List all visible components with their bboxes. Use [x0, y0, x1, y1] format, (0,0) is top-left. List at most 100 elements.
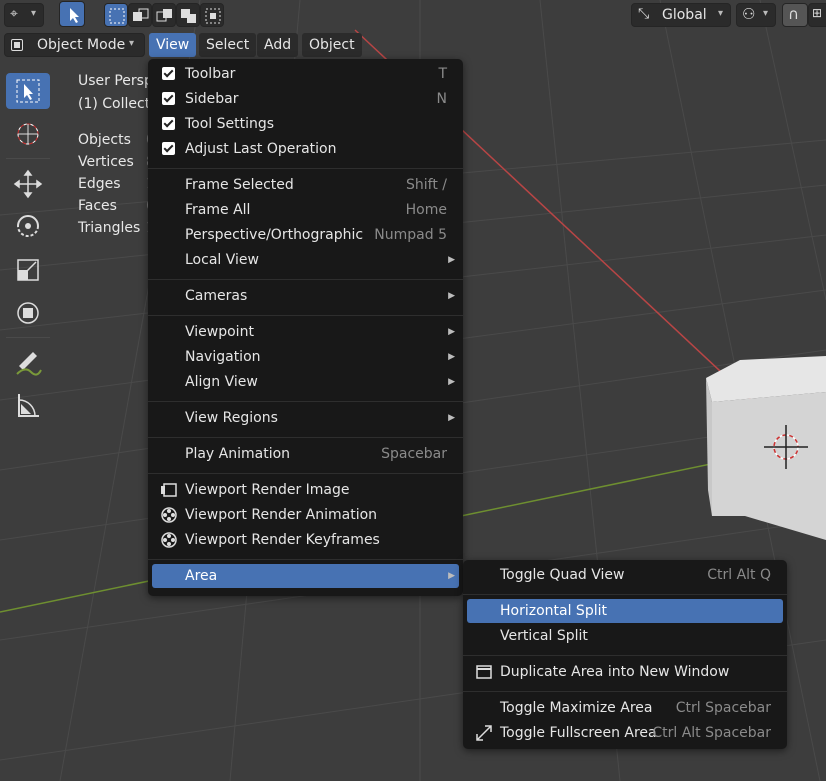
stat-label-triangles: Triangles — [78, 220, 141, 236]
menu-item-label: Duplicate Area into New Window — [500, 664, 730, 680]
menu-item-label: Viewport Render Keyframes — [185, 532, 380, 548]
menu-item-align-view[interactable]: Align View ▶ — [152, 370, 459, 394]
snap-toggle-button[interactable]: ∩ — [782, 3, 808, 27]
menu-separator — [148, 279, 463, 280]
menu-item-label: Toolbar — [185, 66, 236, 82]
submenu-arrow-icon: ▶ — [448, 255, 455, 265]
menu-item-frame-selected[interactable]: Frame Selected Shift / — [152, 173, 459, 197]
submenu-arrow-icon: ▶ — [448, 571, 455, 581]
pivot-icon: ⚇ — [742, 5, 756, 23]
tool-select-box[interactable] — [6, 73, 50, 109]
select-subtract-button[interactable] — [152, 3, 176, 27]
window-icon — [475, 663, 493, 681]
menu-select[interactable]: Select — [199, 33, 257, 57]
menu-item-shortcut: N — [436, 91, 447, 107]
menu-item-label: Tool Settings — [185, 116, 275, 132]
menu-item-cameras[interactable]: Cameras ▶ — [152, 284, 459, 308]
fullscreen-icon — [475, 724, 493, 742]
tool-transform[interactable] — [6, 295, 50, 331]
select-box-icon — [109, 8, 125, 24]
select-box-tool-icon — [16, 79, 40, 103]
menu-item-toolbar[interactable]: Toolbar T — [152, 62, 459, 86]
menu-item-vertical-split[interactable]: Vertical Split — [467, 624, 783, 648]
scale-icon — [17, 259, 39, 281]
menu-item-shortcut: Ctrl Alt Q — [707, 567, 771, 583]
menu-item-local-view[interactable]: Local View ▶ — [152, 248, 459, 272]
submenu-arrow-icon: ▶ — [448, 352, 455, 362]
checkbox-checked-icon[interactable] — [162, 92, 175, 105]
select-tool-button[interactable] — [59, 1, 85, 27]
render-animation-icon — [160, 531, 178, 549]
menu-separator — [463, 594, 787, 595]
snap-target-button[interactable]: ⊞ — [808, 3, 826, 27]
chevron-down-icon: ▾ — [718, 8, 724, 19]
menu-item-navigation[interactable]: Navigation ▶ — [152, 345, 459, 369]
pivot-point-dropdown[interactable]: ⚇ ▾ — [736, 3, 776, 27]
tool-rotate[interactable] — [6, 208, 50, 244]
menu-view[interactable]: View — [149, 33, 197, 57]
menu-item-adjust-last-operation[interactable]: Adjust Last Operation — [152, 137, 459, 161]
menu-item-label: Vertical Split — [500, 628, 588, 644]
tool-cursor[interactable] — [6, 116, 50, 152]
menu-item-label: Toggle Fullscreen Area — [500, 725, 657, 741]
menu-item-label: Perspective/Orthographic — [185, 227, 364, 243]
menu-item-frame-all[interactable]: Frame All Home — [152, 198, 459, 222]
menu-item-label: Toggle Maximize Area — [500, 700, 653, 716]
cube — [706, 356, 826, 540]
menu-item-sidebar[interactable]: Sidebar N — [152, 87, 459, 111]
menu-item-label: Local View — [185, 252, 259, 268]
submenu-arrow-icon: ▶ — [448, 327, 455, 337]
menu-item-tool-settings[interactable]: Tool Settings — [152, 112, 459, 136]
menu-item-viewport-render-image[interactable]: Viewport Render Image — [152, 478, 459, 502]
tool-annotate[interactable] — [6, 345, 50, 381]
tool-scale[interactable] — [6, 252, 50, 288]
select-invert-icon — [181, 9, 196, 23]
menu-item-toggle-maximize-area[interactable]: Toggle Maximize Area Ctrl Spacebar — [467, 696, 783, 720]
menu-item-toggle-fullscreen-area[interactable]: Toggle Fullscreen Area Ctrl Alt Spacebar — [467, 721, 783, 745]
tool-measure[interactable] — [6, 387, 50, 423]
mode-dropdown[interactable]: Object Mode ▾ — [4, 33, 145, 57]
menu-add[interactable]: Add — [257, 33, 299, 57]
ruler-icon — [18, 394, 39, 417]
menu-item-duplicate-area-into-new-window[interactable]: Duplicate Area into New Window — [467, 660, 783, 684]
menu-item-label: Toggle Quad View — [500, 567, 625, 583]
menu-separator — [148, 168, 463, 169]
chevron-down-icon: ▾ — [763, 8, 769, 19]
menu-item-viewport-render-animation[interactable]: Viewport Render Animation — [152, 503, 459, 527]
menu-item-label: Align View — [185, 374, 258, 390]
checkbox-checked-icon[interactable] — [162, 67, 175, 80]
menu-item-view-regions[interactable]: View Regions ▶ — [152, 406, 459, 430]
menu-item-viewpoint[interactable]: Viewpoint ▶ — [152, 320, 459, 344]
stat-label-objects: Objects — [78, 132, 131, 148]
menu-item-shortcut: Numpad 5 — [374, 227, 447, 243]
tool-move[interactable] — [6, 166, 50, 202]
render-animation-icon — [160, 506, 178, 524]
menu-item-shortcut: Home — [405, 202, 447, 218]
menu-item-label: Viewport Render Animation — [185, 507, 378, 523]
axis-icon: ⌖ — [10, 6, 18, 22]
menu-item-area[interactable]: Area ▶ — [152, 564, 459, 588]
editor-type-button[interactable]: ⌖ ▾ — [4, 3, 44, 27]
select-extend-button[interactable] — [128, 3, 152, 27]
mode-value: Object Mode — [37, 37, 126, 53]
menu-object[interactable]: Object — [302, 33, 362, 57]
transform-orientation-dropdown[interactable]: ⤡ Global ▾ — [631, 3, 731, 27]
magnet-icon: ∩ — [788, 5, 799, 23]
menu-item-perspective-orthographic[interactable]: Perspective/Orthographic Numpad 5 — [152, 223, 459, 247]
menu-item-toggle-quad-view[interactable]: Toggle Quad View Ctrl Alt Q — [467, 563, 783, 587]
stat-label-edges: Edges — [78, 176, 121, 192]
menu-item-shortcut: T — [438, 66, 447, 82]
3d-cursor-icon — [17, 123, 39, 145]
menu-item-play-animation[interactable]: Play Animation Spacebar — [152, 442, 459, 466]
menu-item-viewport-render-keyframes[interactable]: Viewport Render Keyframes — [152, 528, 459, 552]
transform-icon — [17, 302, 39, 324]
select-invert-button[interactable] — [176, 3, 200, 27]
menu-item-horizontal-split[interactable]: Horizontal Split — [467, 599, 783, 623]
menu-item-label: Area — [185, 568, 218, 584]
submenu-arrow-icon: ▶ — [448, 413, 455, 423]
checkbox-checked-icon[interactable] — [162, 117, 175, 130]
select-intersect-button[interactable] — [200, 3, 224, 27]
chevron-down-icon: ▾ — [129, 38, 135, 49]
checkbox-checked-icon[interactable] — [162, 142, 175, 155]
select-new-button[interactable] — [104, 3, 128, 27]
